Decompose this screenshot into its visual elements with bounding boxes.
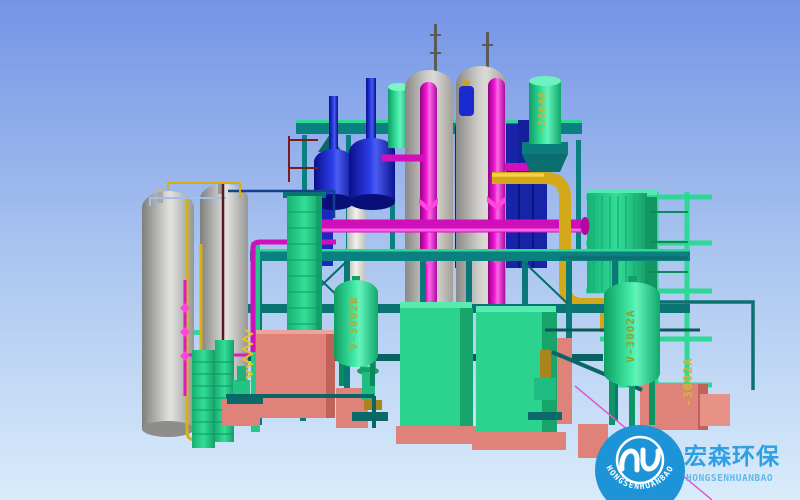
company-name-en: HONGSENHUANBAO — [686, 473, 773, 484]
green-vessel-v3002a: V-3002A — [604, 276, 660, 429]
render-canvas: -3004A — [0, 0, 800, 500]
vessel-3004-label: -3004A — [537, 91, 548, 133]
plant-3d-render: -3004A — [0, 0, 800, 500]
company-name-cn: 宏森环保 — [684, 443, 780, 470]
vessel-a-label: V-3002A — [624, 309, 637, 362]
vessel-a-partial-label: -3002A — [681, 357, 695, 406]
vessel-b-label: V-3002B — [347, 296, 360, 349]
